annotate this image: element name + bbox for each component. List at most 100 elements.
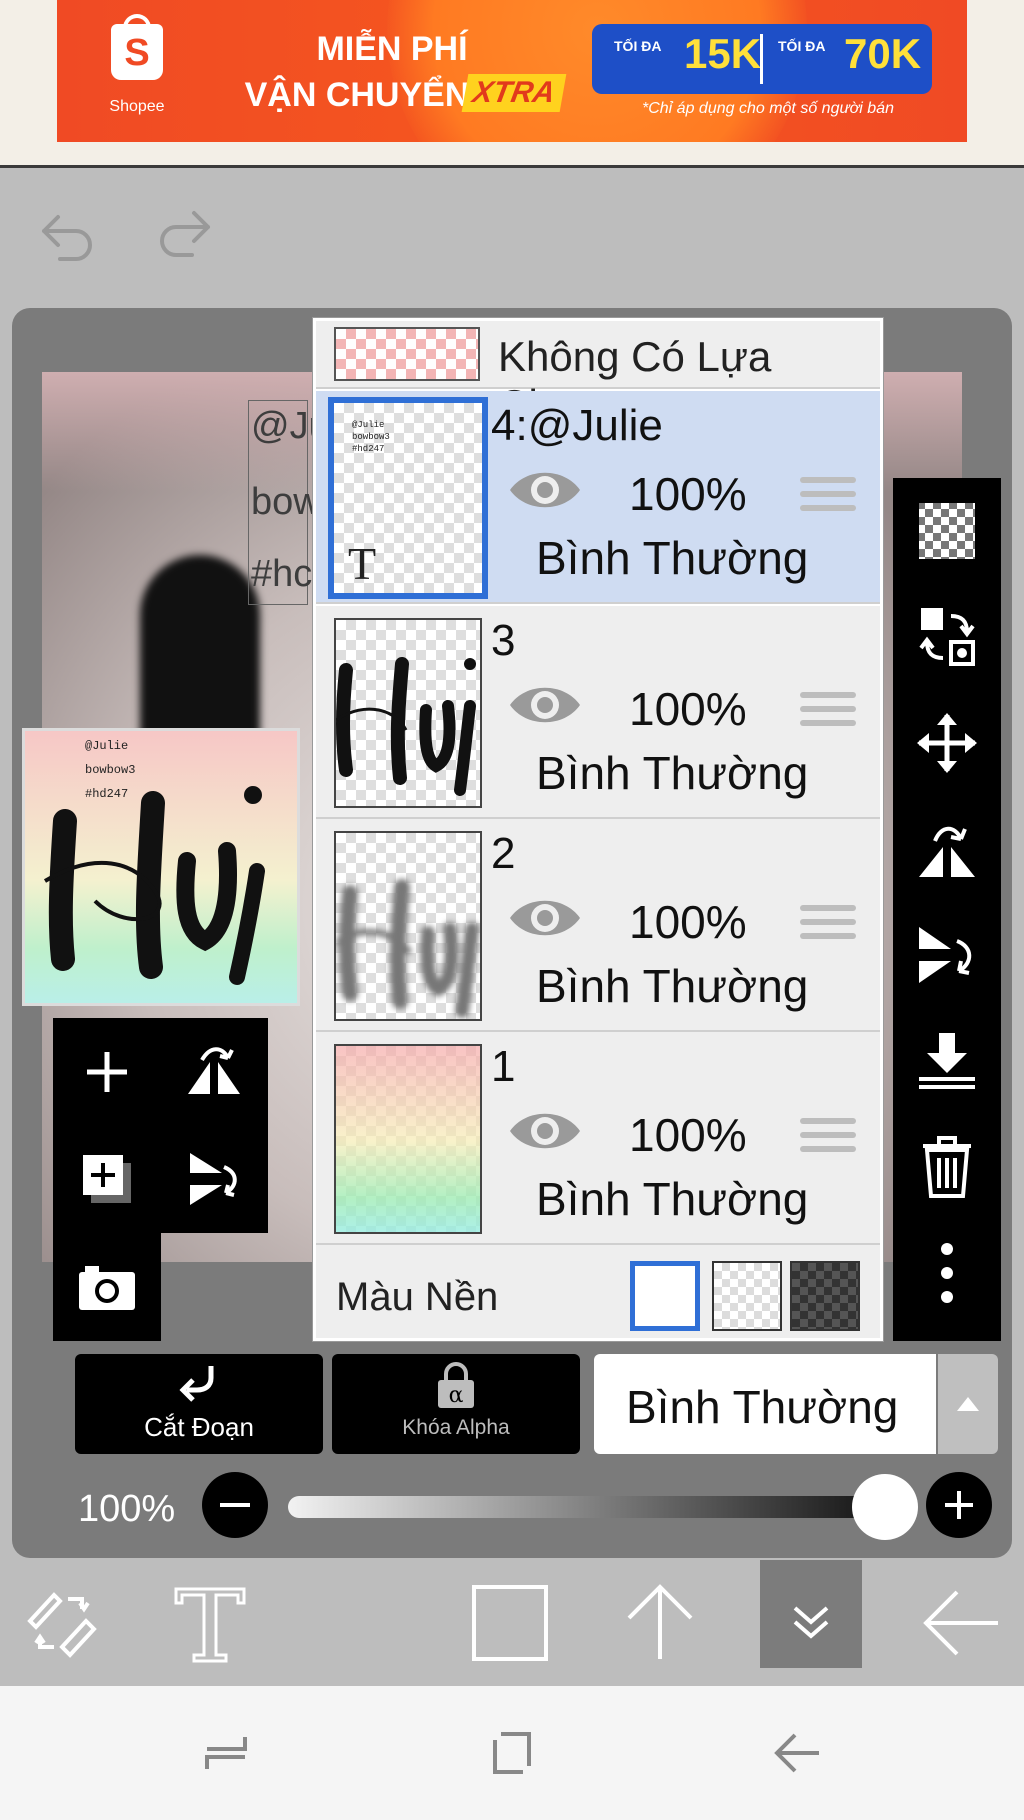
system-nav-bar — [0, 1686, 1024, 1820]
blend-mode-select[interactable]: Bình Thường — [594, 1354, 936, 1454]
move-layer-up-button[interactable] — [610, 1560, 710, 1685]
layer-row-3[interactable]: 3 100% Bình Thường — [316, 606, 880, 819]
layer-thumb-text-line-1: @Julie — [352, 420, 385, 430]
shopee-logo: S Shopee — [87, 14, 187, 126]
recent-apps-icon — [205, 1737, 247, 1769]
layer-opacity: 100% — [629, 1109, 747, 1161]
layer-thumbnail — [334, 831, 482, 1021]
flip-horizontal-icon — [919, 826, 975, 877]
flip-vertical-button[interactable] — [160, 1125, 267, 1232]
clipping-arrow-icon — [179, 1366, 214, 1402]
ad-area: S Shopee MIỄN PHÍ VẬN CHUYỂN XTRA TỐI ĐA… — [0, 0, 1024, 168]
background-color-label: Màu Nền — [336, 1275, 499, 1319]
move-button[interactable] — [893, 690, 1001, 796]
lock-icon: α — [438, 1362, 474, 1408]
redo-button[interactable] — [150, 205, 222, 265]
undo-button[interactable] — [30, 205, 102, 265]
canvas-thumbnail-preview[interactable]: @Julie bowbow3 #hd247 — [22, 728, 300, 1006]
left-tool-panel-camera — [53, 1233, 161, 1341]
visibility-toggle[interactable] — [506, 463, 584, 517]
redo-icon — [160, 211, 210, 257]
minus-icon — [220, 1503, 250, 1507]
layer-row-4[interactable]: @Julie bowbow3 #hd247 T 4:@Julie 100% Bì… — [316, 391, 880, 604]
camera-icon — [78, 1265, 135, 1310]
visibility-toggle[interactable] — [506, 1104, 584, 1158]
flip-horizontal-right-button[interactable] — [893, 796, 1001, 902]
eye-icon — [510, 1113, 580, 1149]
text-tool-button[interactable] — [160, 1560, 260, 1685]
clipping-button[interactable]: Cắt Đoạn — [75, 1354, 323, 1454]
canvas-text-box[interactable]: @Ju bow #hc — [248, 400, 330, 605]
flip-vertical-icon — [189, 1152, 237, 1205]
drag-handle[interactable] — [800, 692, 856, 732]
transparency-button[interactable] — [893, 478, 1001, 584]
background-swatch-transparent[interactable] — [712, 1261, 782, 1331]
delete-layer-button[interactable] — [893, 1114, 1001, 1220]
selection-tool-button[interactable] — [460, 1560, 560, 1685]
layer-name: 4:@Julie — [491, 401, 663, 450]
swap-layer-button[interactable] — [893, 584, 1001, 690]
layer-blend-mode: Bình Thường — [536, 747, 809, 799]
square-icon — [472, 1584, 548, 1661]
triangle-up-icon — [957, 1397, 979, 1411]
text-tool-icon — [174, 1587, 246, 1662]
plus-icon — [86, 1051, 127, 1092]
layer-thumbnail — [334, 1044, 482, 1234]
brush-eraser-tool-button[interactable] — [12, 1560, 112, 1685]
opacity-decrease-button[interactable] — [202, 1472, 268, 1538]
text-layer-icon: T — [348, 538, 377, 589]
flip-horizontal-button[interactable] — [160, 1018, 267, 1125]
nav-recent-apps-button[interactable] — [166, 1686, 286, 1820]
alpha-lock-button[interactable]: α Khóa Alpha — [332, 1354, 580, 1454]
voucher-2-caption: TỐI ĐA — [778, 38, 826, 54]
drag-handle[interactable] — [800, 905, 856, 945]
bottom-toolbar — [0, 1560, 1024, 1685]
visibility-toggle[interactable] — [506, 678, 584, 732]
drag-handle[interactable] — [800, 1118, 856, 1158]
opacity-increase-button[interactable] — [926, 1472, 992, 1538]
promo-line-1: MIỄN PHÍ — [316, 30, 468, 68]
right-tool-bar — [893, 478, 1001, 1341]
layers-panel: Không Có Lựa Chọn @Julie bowbow3 #hd247 … — [313, 318, 883, 1341]
drag-handle[interactable] — [800, 477, 856, 517]
voucher-2-amount: 70K — [844, 30, 922, 77]
background-color-row: Màu Nền — [316, 1245, 880, 1338]
opacity-slider-knob[interactable] — [852, 1474, 918, 1540]
blend-mode-dropdown-button[interactable] — [938, 1354, 998, 1454]
duplicate-layer-button[interactable] — [53, 1125, 160, 1232]
back-arrow-button[interactable] — [912, 1560, 1012, 1685]
eye-icon — [510, 687, 580, 723]
flip-vertical-right-button[interactable] — [893, 902, 1001, 1008]
layer-opacity: 100% — [629, 468, 747, 520]
layer-blend-mode: Bình Thường — [536, 960, 809, 1012]
layer-name: 2 — [491, 829, 516, 878]
opacity-slider[interactable] — [288, 1496, 888, 1518]
layer-name: 3 — [491, 616, 516, 665]
layer-thumbnail: @Julie bowbow3 #hd247 T — [328, 397, 488, 599]
no-selection-row[interactable]: Không Có Lựa Chọn — [316, 321, 880, 428]
background-swatch-white[interactable] — [630, 1261, 700, 1331]
merge-down-button[interactable] — [893, 1008, 1001, 1114]
voucher-divider — [760, 34, 763, 84]
background-swatch-dark[interactable] — [790, 1261, 860, 1331]
blend-mode-value: Bình Thường — [626, 1381, 899, 1433]
eye-icon — [510, 472, 580, 508]
voucher-1-caption: TỐI ĐA — [614, 38, 662, 54]
arrow-left-icon — [923, 1590, 998, 1655]
layer-row-2[interactable]: 2 100% Bình Thường — [316, 819, 880, 1032]
merge-down-icon — [919, 1033, 975, 1089]
layer-thumb-text-line-3: #hd247 — [352, 444, 385, 454]
nav-back-button[interactable] — [738, 1686, 858, 1820]
arrow-up-icon — [627, 1583, 693, 1659]
ad-banner[interactable]: S Shopee MIỄN PHÍ VẬN CHUYỂN XTRA TỐI ĐA… — [57, 0, 967, 142]
visibility-toggle[interactable] — [506, 891, 584, 945]
layer-row-1[interactable]: 1 100% Bình Thường — [316, 1032, 880, 1245]
more-options-button[interactable] — [893, 1220, 1001, 1326]
chevron-double-down-icon — [793, 1606, 829, 1639]
add-layer-button[interactable] — [53, 1018, 160, 1125]
promo-note: *Chỉ áp dụng cho một số người bán — [642, 100, 894, 117]
canvas-text-line-3: #hc — [251, 553, 313, 595]
nav-home-button[interactable] — [452, 1686, 572, 1820]
collapse-panel-button[interactable] — [760, 1560, 862, 1668]
camera-button[interactable] — [53, 1233, 160, 1340]
